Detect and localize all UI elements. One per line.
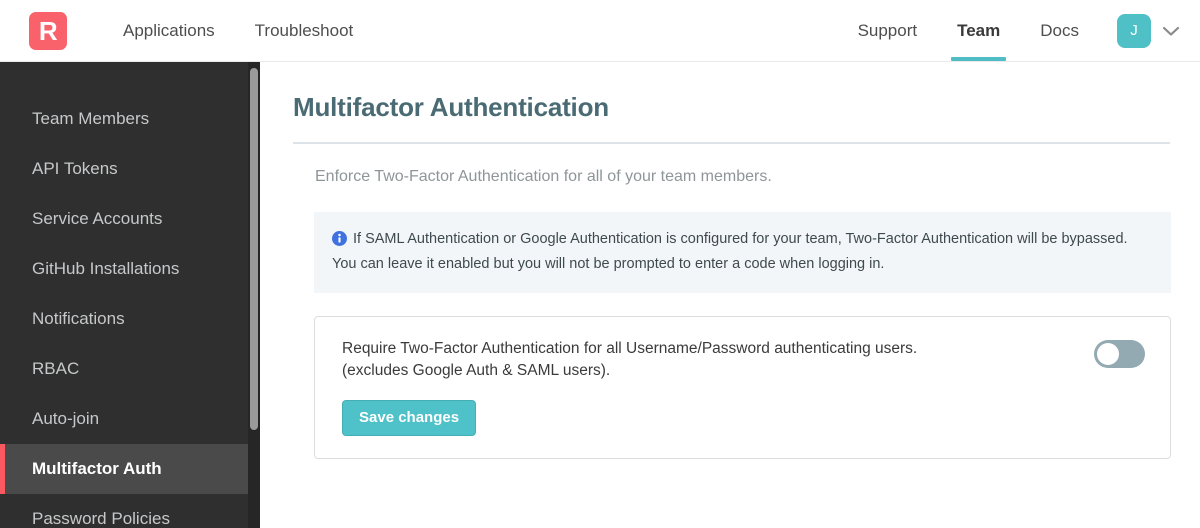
sidebar-item-rbac[interactable]: RBAC [0,344,248,394]
top-header: R Applications Troubleshoot Support Team… [0,0,1200,62]
info-alert: If SAML Authentication or Google Authent… [314,212,1171,293]
brand-logo-letter: R [38,15,58,46]
title-divider [293,142,1170,144]
nav-item-label: Applications [123,20,215,40]
sidebar-item-label: Service Accounts [32,209,163,228]
sidebar-scrollbar-thumb[interactable] [250,68,258,430]
mfa-toggle-knob [1097,342,1119,365]
sidebar-item-label: Team Members [32,109,150,128]
sidebar-item-password-policies[interactable]: Password Policies [0,494,248,528]
sidebar-item-label: Notifications [32,309,125,328]
nav-item-label: Docs [1040,20,1079,40]
sidebar-item-label: RBAC [32,359,80,378]
nav-item-label: Troubleshoot [254,20,354,40]
mfa-setting-card: Require Two-Factor Authentication for al… [314,315,1171,459]
chevron-down-icon[interactable] [1162,25,1180,37]
sidebar-item-label: API Tokens [32,159,118,178]
sidebar-scrollbar-track[interactable] [248,62,260,528]
mfa-description-line-1: Require Two-Factor Authentication for al… [342,339,918,357]
nav-item-team[interactable]: Team [937,0,1020,62]
avatar-initial: J [1130,22,1138,39]
info-circle-icon [332,231,347,253]
secondary-nav: Support Team Docs J [838,0,1180,62]
brand-logo-icon[interactable]: R [29,11,67,50]
sidebar-list: Team Members API Tokens Service Accounts… [0,62,248,528]
sidebar-item-label: Password Policies [32,509,170,528]
primary-nav: Applications Troubleshoot [103,0,373,62]
page-title: Multifactor Authentication [293,92,609,122]
avatar[interactable]: J [1117,13,1151,48]
nav-item-applications[interactable]: Applications [103,0,235,62]
main-content: Multifactor Authentication Enforce Two-F… [260,62,1200,528]
account-menu[interactable]: J [1117,13,1180,48]
sidebar-item-label: Multifactor Auth [32,459,162,478]
sidebar-item-auto-join[interactable]: Auto-join [0,394,248,444]
sidebar: Team Members API Tokens Service Accounts… [0,62,260,528]
sidebar-item-service-accounts[interactable]: Service Accounts [0,194,248,244]
nav-item-troubleshoot[interactable]: Troubleshoot [235,0,374,62]
nav-item-label: Support [857,20,918,40]
sidebar-item-notifications[interactable]: Notifications [0,294,248,344]
sidebar-item-label: GitHub Installations [32,259,180,278]
app-root: R Applications Troubleshoot Support Team… [0,0,1200,528]
nav-item-support[interactable]: Support [838,0,938,62]
nav-item-docs[interactable]: Docs [1020,0,1099,62]
save-changes-button[interactable]: Save changes [342,399,477,436]
nav-item-label: Team [957,20,1001,40]
info-alert-text: If SAML Authentication or Google Authent… [332,231,1128,273]
mfa-toggle-switch[interactable] [1094,339,1145,368]
sidebar-item-label: Auto-join [32,409,100,428]
page-subtitle: Enforce Two-Factor Authentication for al… [315,168,772,185]
sidebar-item-github-installations[interactable]: GitHub Installations [0,244,248,294]
sidebar-item-team-members[interactable]: Team Members [0,94,248,144]
sidebar-item-api-tokens[interactable]: API Tokens [0,144,248,194]
sidebar-item-multifactor-auth[interactable]: Multifactor Auth [0,444,248,494]
mfa-setting-description: Require Two-Factor Authentication for al… [342,338,1072,382]
mfa-description-line-2: (excludes Google Auth & SAML users). [342,361,611,379]
